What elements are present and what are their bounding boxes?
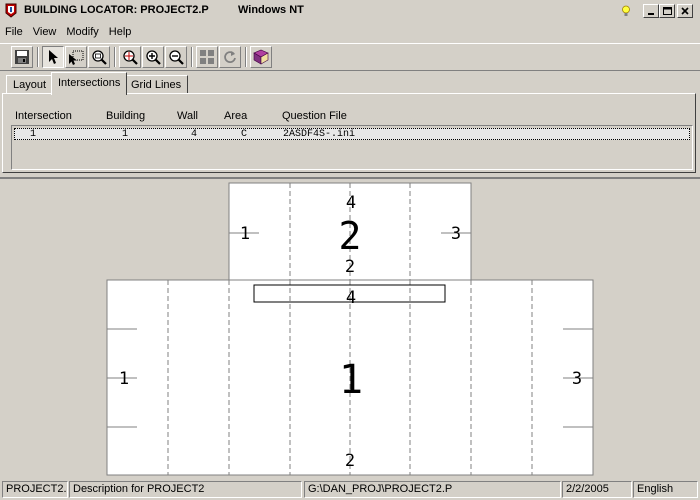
building-2-number: 2 bbox=[339, 214, 362, 258]
zoom-in-button[interactable] bbox=[142, 46, 164, 68]
menu-modify[interactable]: Modify bbox=[61, 23, 103, 41]
cell-intersection: 1 bbox=[30, 129, 37, 140]
select-building-icon bbox=[69, 50, 84, 65]
tab-intersections-label: Intersections bbox=[58, 77, 121, 89]
tab-layout[interactable]: Layout bbox=[6, 75, 54, 94]
column-header-intersection[interactable]: Intersection bbox=[15, 110, 72, 122]
refresh-button[interactable] bbox=[219, 46, 241, 68]
zoom-in-icon bbox=[146, 50, 161, 65]
refresh-icon bbox=[224, 51, 236, 63]
building-plan-canvas[interactable]: 2 4 2 1 3 1 4 2 1 3 bbox=[0, 177, 700, 477]
tab-grid-lines[interactable]: Grid Lines bbox=[124, 75, 189, 94]
building-1-wall-right: 3 bbox=[572, 369, 582, 389]
grid-button[interactable] bbox=[196, 46, 218, 68]
cell-area: C bbox=[241, 129, 248, 140]
building-2-wall-bottom: 2 bbox=[345, 257, 355, 277]
building-1-number: 1 bbox=[339, 357, 363, 403]
lightbulb-icon[interactable] bbox=[621, 5, 631, 17]
status-description: Description for PROJECT2 bbox=[69, 481, 302, 498]
toolbar-separator bbox=[191, 47, 193, 67]
status-path: G:\DAN_PROJ\PROJECT2.P bbox=[304, 481, 561, 498]
title-bar[interactable]: BUILDING LOCATOR: PROJECT2.P Windows NT bbox=[0, 0, 700, 22]
book-icon bbox=[253, 49, 269, 65]
zoom-fit-icon bbox=[123, 50, 138, 65]
help-book-button[interactable] bbox=[250, 46, 272, 68]
zoom-out-button[interactable] bbox=[165, 46, 187, 68]
status-project: PROJECT2.P bbox=[2, 481, 68, 498]
menu-help-label: Help bbox=[108, 26, 132, 38]
building-1-wall-bottom: 2 bbox=[345, 451, 355, 471]
status-bar: PROJECT2.P Description for PROJECT2 G:\D… bbox=[0, 479, 700, 500]
grid-icon bbox=[200, 50, 214, 64]
maximize-icon bbox=[662, 6, 672, 15]
intersections-panel: Intersection Building Wall Area Question… bbox=[2, 93, 696, 173]
toolbar bbox=[0, 43, 700, 71]
building-1[interactable]: 1 4 2 1 3 bbox=[106, 279, 594, 476]
menu-modify-label: Modify bbox=[66, 26, 99, 38]
cell-wall: 4 bbox=[191, 129, 198, 140]
column-header-wall[interactable]: Wall bbox=[177, 110, 198, 122]
maximize-button[interactable] bbox=[659, 4, 675, 18]
building-2-wall-top: 4 bbox=[346, 193, 356, 213]
save-button[interactable] bbox=[11, 46, 33, 68]
building-1-wall-top: 4 bbox=[346, 288, 356, 308]
tab-layout-label: Layout bbox=[13, 79, 47, 91]
window-title: BUILDING LOCATOR: PROJECT2.P bbox=[24, 4, 209, 16]
select-building-button[interactable] bbox=[65, 46, 87, 68]
close-icon bbox=[681, 7, 689, 15]
zoom-fit-button[interactable] bbox=[119, 46, 141, 68]
status-language: English bbox=[633, 481, 698, 498]
cell-question-file: 2ASDF4S-.ini bbox=[283, 129, 356, 140]
close-button[interactable] bbox=[677, 4, 693, 18]
building-2-wall-left: 1 bbox=[240, 224, 250, 244]
toolbar-separator bbox=[245, 47, 247, 67]
zoom-area-icon bbox=[92, 50, 107, 65]
os-label: Windows NT bbox=[238, 4, 304, 16]
menu-view-label: View bbox=[32, 26, 57, 38]
tab-grid-lines-label: Grid Lines bbox=[131, 79, 182, 91]
intersections-list[interactable]: 1 1 4 C 2ASDF4S-.ini bbox=[11, 125, 693, 170]
app-logo-icon bbox=[5, 3, 17, 18]
cell-building: 1 bbox=[122, 129, 129, 140]
column-header-area[interactable]: Area bbox=[224, 110, 247, 122]
column-header-question-file[interactable]: Question File bbox=[282, 110, 347, 122]
menu-bar: File View Modify Help bbox=[0, 23, 700, 41]
tab-strip: Layout Intersections Grid Lines bbox=[0, 72, 700, 95]
pointer-button[interactable] bbox=[42, 46, 64, 68]
building-plan-drawing: 2 4 2 1 3 1 4 2 1 3 bbox=[106, 182, 594, 476]
table-row[interactable]: 1 1 4 C 2ASDF4S-.ini bbox=[14, 128, 690, 140]
building-1-wall-left: 1 bbox=[119, 369, 129, 389]
minimize-button[interactable] bbox=[643, 4, 659, 18]
toolbar-separator bbox=[37, 47, 39, 67]
menu-file[interactable]: File bbox=[0, 23, 28, 41]
menu-file-label: File bbox=[5, 26, 23, 38]
zoom-out-icon bbox=[169, 50, 184, 65]
menu-view[interactable]: View bbox=[28, 23, 62, 41]
status-date: 2/2/2005 bbox=[562, 481, 632, 498]
save-icon bbox=[15, 50, 29, 64]
pointer-icon bbox=[49, 50, 58, 64]
tab-intersections[interactable]: Intersections bbox=[51, 72, 128, 95]
column-header-building[interactable]: Building bbox=[106, 110, 145, 122]
building-2[interactable]: 2 4 2 1 3 bbox=[228, 182, 472, 282]
zoom-area-button[interactable] bbox=[88, 46, 110, 68]
minimize-icon bbox=[648, 13, 654, 15]
app-window: BUILDING LOCATOR: PROJECT2.P Windows NT … bbox=[0, 0, 700, 500]
menu-help[interactable]: Help bbox=[104, 23, 137, 41]
toolbar-separator bbox=[114, 47, 116, 67]
building-2-wall-right: 3 bbox=[451, 224, 461, 244]
